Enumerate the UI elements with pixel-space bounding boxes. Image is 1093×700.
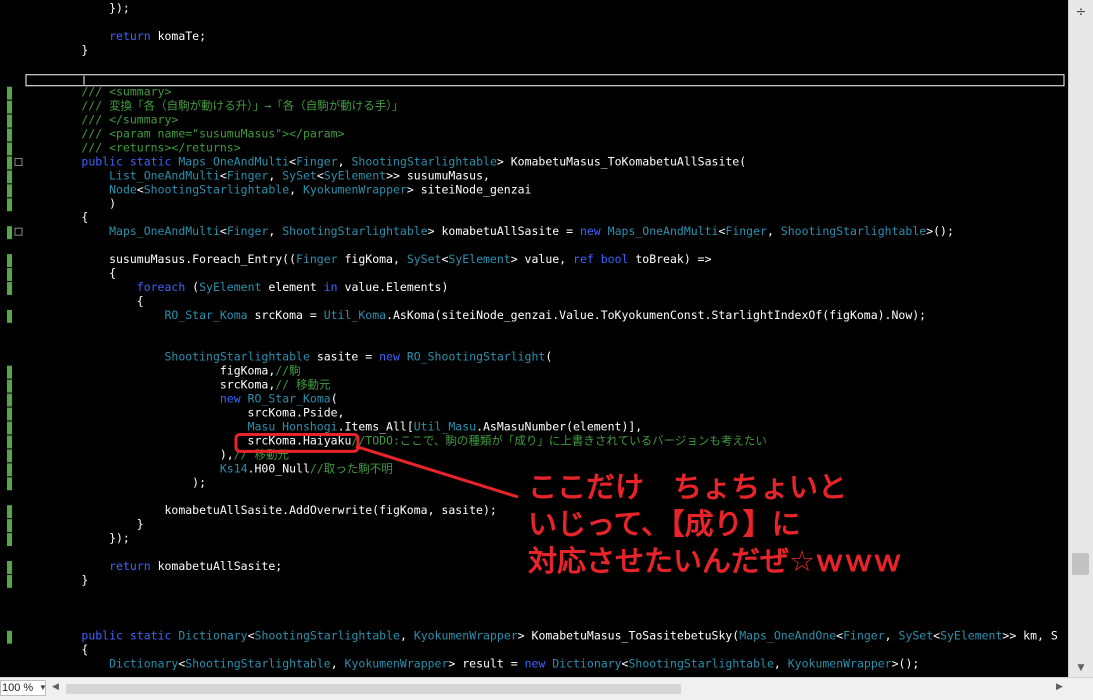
change-marker xyxy=(7,142,12,156)
code-line: /// <param name="susumuMasus"></param> xyxy=(26,127,345,141)
change-marker xyxy=(7,365,12,379)
change-marker xyxy=(7,184,12,198)
code-line: ) xyxy=(26,196,116,210)
code-line: List_OneAndMulti<Finger, SySet<SyElement… xyxy=(26,168,490,182)
code-line: new RO_Star_Koma( xyxy=(26,392,338,406)
change-marker xyxy=(7,477,12,491)
change-marker xyxy=(7,393,12,407)
code-line: ),// 移動元 xyxy=(26,447,289,461)
change-marker xyxy=(7,100,12,114)
code-line: foreach (SyElement element in value.Elem… xyxy=(26,280,448,294)
code-line: return komaTe; xyxy=(26,29,206,43)
change-marker xyxy=(7,519,12,533)
code-line: { xyxy=(26,266,116,280)
code-line: { xyxy=(26,643,88,657)
code-line: }); xyxy=(26,1,130,15)
chevron-down-icon: ▼ xyxy=(39,681,45,695)
code-line: } xyxy=(26,573,88,587)
code-line: figKoma,//駒 xyxy=(26,364,301,378)
annotation-text: ここだけ ちょちょいと xyxy=(528,470,847,504)
change-marker xyxy=(7,156,12,170)
change-marker xyxy=(7,449,12,463)
scroll-down-icon[interactable]: ▼ xyxy=(1073,662,1089,674)
outline-collapse-icon[interactable] xyxy=(14,227,23,236)
change-marker xyxy=(7,379,12,393)
change-marker xyxy=(7,435,12,449)
horizontal-scroll-thumb[interactable] xyxy=(66,684,681,694)
change-marker xyxy=(7,128,12,142)
current-line-highlight xyxy=(25,74,1065,87)
horizontal-scrollbar[interactable]: 100 % ▼ ◀ ▶ xyxy=(0,677,1093,700)
outline-collapse-icon[interactable] xyxy=(14,157,23,166)
annotation-text: 対応させたいんだぜ☆ｗｗｗ xyxy=(528,544,902,578)
change-marker xyxy=(7,114,12,128)
code-canvas: }); return komaTe; } /// <summary> /// 変… xyxy=(7,1,1065,671)
code-line: ShootingStarlightable sasite = new RO_Sh… xyxy=(26,350,552,364)
code-line: RO_Star_Koma srcKoma = Util_Koma.AsKoma(… xyxy=(26,308,926,322)
zoom-value: 100 % xyxy=(2,682,34,694)
code-line: } xyxy=(26,517,144,531)
code-line: { xyxy=(26,210,88,224)
code-line: srcKoma.Pside, xyxy=(26,406,345,420)
code-line: /// <returns></returns> xyxy=(26,140,241,154)
change-marker xyxy=(7,574,12,588)
split-window-icon[interactable]: ÷ xyxy=(1073,6,1089,20)
code-line: Node<ShootingStarlightable, KyokumenWrap… xyxy=(26,182,532,196)
change-marker xyxy=(7,309,12,323)
code-line: susumuMasus.Foreach_Entry((Finger figKom… xyxy=(26,252,712,266)
zoom-dropdown[interactable]: 100 % ▼ xyxy=(0,680,46,696)
code-line: Masu_Honshogi.Items_All[Util_Masu.AsMasu… xyxy=(26,419,642,433)
code-line: return komabetuAllSasite; xyxy=(26,559,282,573)
code-line: srcKoma.Haiyaku//TODO:ここで、駒の種類が「成り」に上書きさ… xyxy=(26,433,767,447)
code-line: komabetuAllSasite.AddOverwrite(figKoma, … xyxy=(26,503,497,517)
code-line: }); xyxy=(26,531,130,545)
code-line: ); xyxy=(26,475,206,489)
code-line: public static Dictionary<ShootingStarlig… xyxy=(26,629,1058,643)
vertical-scroll-thumb[interactable] xyxy=(1072,553,1089,575)
annotation-text: いじって、【成り】に xyxy=(528,507,801,541)
code-line: Maps_OneAndMulti<Finger, ShootingStarlig… xyxy=(26,224,954,238)
change-marker xyxy=(7,421,12,435)
code-line: public static Maps_OneAndMulti<Finger, S… xyxy=(26,154,746,168)
change-marker xyxy=(7,268,12,281)
code-line: /// </summary> xyxy=(26,113,178,127)
change-marker xyxy=(7,170,12,184)
scroll-left-icon[interactable]: ◀ xyxy=(52,682,59,692)
change-marker xyxy=(7,226,12,240)
code-line: Ks14.H00_Null//取った駒不明 xyxy=(26,461,393,475)
change-marker xyxy=(7,561,12,574)
code-line: srcKoma,// 移動元 xyxy=(26,378,331,392)
change-marker xyxy=(7,86,12,100)
scroll-right-icon[interactable]: ▶ xyxy=(1056,682,1063,692)
vertical-scrollbar[interactable]: ÷ ▼ xyxy=(1068,0,1093,677)
change-marker xyxy=(7,630,12,644)
change-marker xyxy=(7,463,12,477)
change-marker xyxy=(7,505,12,519)
code-line: { xyxy=(26,294,144,308)
code-line: /// 変換「各（自駒が動ける升）」→「各（自駒が動ける手）」 xyxy=(26,99,404,113)
change-marker xyxy=(7,407,12,421)
code-line: Dictionary<ShootingStarlightable, Kyokum… xyxy=(26,657,919,671)
code-line: } xyxy=(26,43,88,57)
change-marker xyxy=(7,282,12,295)
change-marker xyxy=(7,198,12,212)
change-marker xyxy=(7,254,12,268)
code-line: /// <summary> xyxy=(26,85,171,99)
change-marker xyxy=(7,533,12,547)
code-editor[interactable]: }); return komaTe; } /// <summary> /// 変… xyxy=(0,0,1068,677)
